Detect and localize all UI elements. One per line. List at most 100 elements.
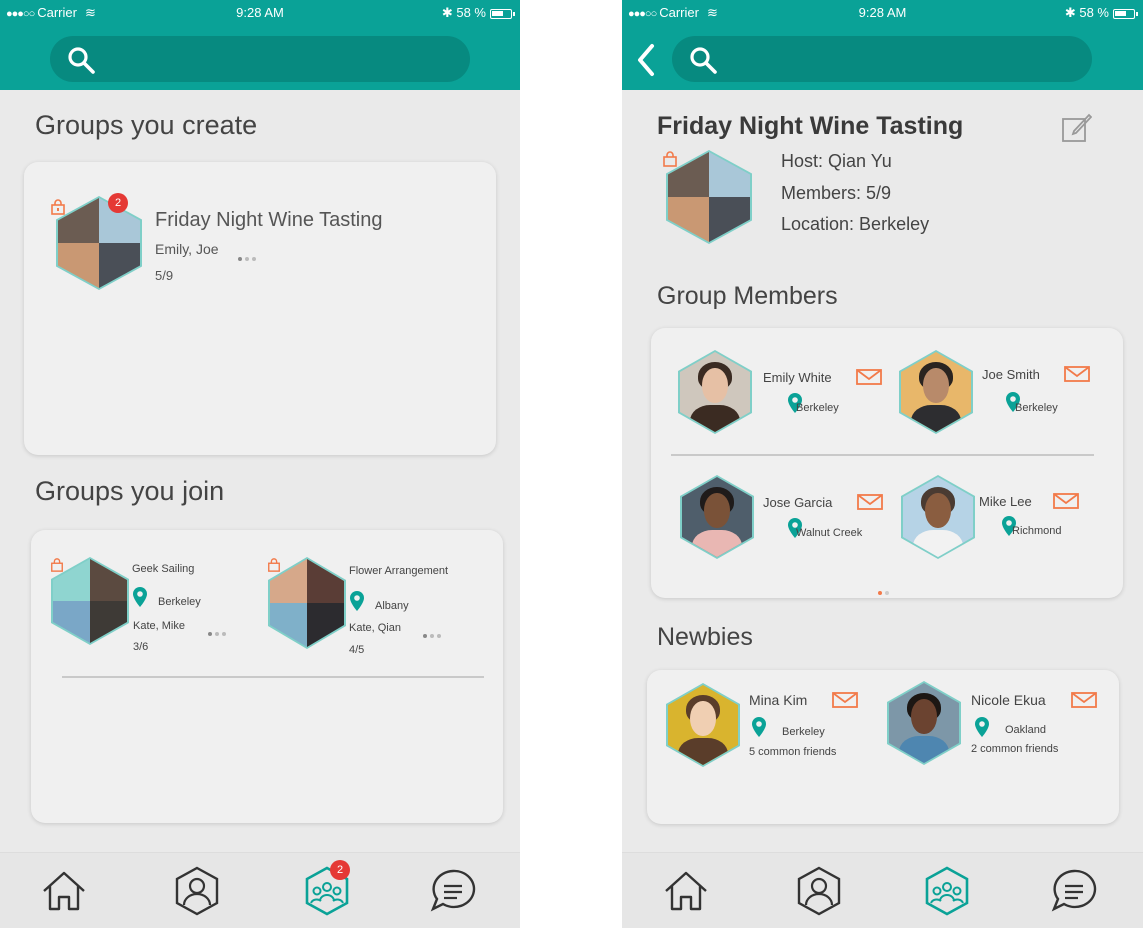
lock-icon: [663, 151, 677, 167]
group-detail-screen: ●●●○○ Carrier ≋ 9:28 AM ✱ 58 % Friday Nigh…: [622, 0, 1143, 928]
mail-icon[interactable]: [856, 369, 882, 385]
app-header: ●●●○○ Carrier ≋ 9:28 AM ✱ 58 %: [622, 0, 1143, 90]
newbie-common-friends: 2 common friends: [971, 743, 1059, 755]
battery-label: 58 %: [456, 5, 486, 20]
member-name: Emily White: [763, 370, 832, 385]
groups-created-heading: Groups you create: [35, 110, 258, 140]
status-bar: ●●●○○ Carrier ≋ 9:28 AM ✱ 58 %: [0, 0, 520, 26]
groups-joined-heading: Groups you join: [35, 476, 225, 506]
tab-bar: 2: [0, 852, 520, 928]
tab-profile[interactable]: [793, 865, 845, 917]
group-title: Friday Night Wine Tasting: [657, 112, 964, 140]
member-location: Richmond: [1012, 525, 1062, 537]
search-input[interactable]: [672, 36, 1092, 82]
tab-home[interactable]: [38, 865, 90, 917]
group-members: Kate, Qian: [349, 622, 401, 634]
group-location: Location: Berkeley: [781, 214, 930, 234]
newbie-name: Nicole Ekua: [971, 692, 1046, 708]
tab-notification-badge: 2: [330, 860, 350, 880]
notification-badge: 2: [108, 193, 128, 213]
page-indicator[interactable]: [878, 582, 892, 600]
group-members-card: Emily White Berkeley Joe Smith Berkeley …: [651, 328, 1123, 598]
battery-icon: [490, 8, 515, 19]
group-name: Geek Sailing: [132, 563, 195, 575]
more-dots: [208, 623, 229, 641]
created-groups-card: 2 Friday Night Wine Tasting Emily, Joe 5…: [24, 162, 496, 455]
newbie-common-friends: 5 common friends: [749, 746, 837, 758]
group-avatar: [666, 150, 752, 244]
member-name: Jose Garcia: [763, 495, 833, 510]
location-pin-icon: [350, 591, 364, 611]
battery-label: 58 %: [1079, 5, 1109, 20]
tab-groups[interactable]: [921, 865, 973, 917]
group-count: 3/6: [133, 641, 149, 653]
group-count: 4/5: [349, 644, 365, 656]
location-pin-icon: [975, 717, 989, 737]
newbie-location: Oakland: [1005, 724, 1046, 736]
tab-bar: [622, 852, 1143, 928]
bluetooth-icon: ✱: [1064, 5, 1076, 20]
divider: [671, 454, 1094, 456]
member-avatar: [678, 350, 752, 434]
joined-groups-card: Geek Sailing Berkeley Kate, Mike 3/6 Flo…: [31, 530, 503, 823]
back-icon[interactable]: [634, 42, 658, 78]
lock-icon: [51, 558, 63, 572]
group-avatar: [56, 196, 142, 290]
newbie-avatar: [887, 681, 961, 765]
home-icon: [43, 871, 85, 911]
more-dots: [238, 248, 259, 266]
tab-home[interactable]: [660, 865, 712, 917]
chat-icon: [1051, 869, 1097, 912]
group-members: Kate, Mike: [133, 620, 185, 632]
newbie-location: Berkeley: [782, 726, 825, 738]
app-header: ●●●○○ Carrier ≋ 9:28 AM ✱ 58 %: [0, 0, 520, 90]
group-name: Flower Arrangement: [349, 565, 449, 577]
newbies-heading: Newbies: [657, 623, 753, 651]
location-pin-icon: [752, 717, 766, 737]
mail-icon[interactable]: [1053, 493, 1079, 509]
more-dots: [423, 625, 444, 643]
edit-icon[interactable]: [1060, 112, 1092, 144]
mail-icon[interactable]: [1071, 692, 1097, 708]
group-members-heading: Group Members: [657, 282, 838, 310]
lock-icon: [51, 199, 65, 215]
location-pin-icon: [133, 587, 147, 607]
profile-icon: [797, 866, 841, 916]
member-avatar: [901, 475, 975, 559]
member-location: Berkeley: [1015, 402, 1058, 414]
group-member-count: Members: 5/9: [781, 183, 892, 203]
search-input[interactable]: [50, 36, 470, 82]
newbies-card: Mina Kim Berkeley 5 common friends Nicol…: [647, 670, 1119, 824]
group-location: Berkeley: [158, 596, 201, 608]
bluetooth-icon: ✱: [441, 5, 453, 20]
group-host: Host: Qian Yu: [781, 151, 892, 171]
group-count: 5/9: [155, 268, 174, 283]
member-avatar: [899, 350, 973, 434]
search-icon[interactable]: [66, 45, 96, 75]
profile-icon: [175, 866, 219, 916]
tab-chat[interactable]: [1048, 865, 1100, 917]
member-name: Joe Smith: [982, 367, 1040, 382]
member-location: Walnut Creek: [796, 527, 863, 539]
mail-icon[interactable]: [1064, 366, 1090, 382]
group-location: Albany: [375, 600, 409, 612]
member-location: Berkeley: [796, 402, 839, 414]
member-name: Mike Lee: [979, 494, 1032, 509]
tab-profile[interactable]: [171, 865, 223, 917]
mail-icon[interactable]: [832, 692, 858, 708]
group-members: Emily, Joe: [155, 241, 219, 257]
tab-chat[interactable]: [427, 865, 479, 917]
mail-icon[interactable]: [857, 494, 883, 510]
newbie-avatar: [666, 683, 740, 767]
newbie-name: Mina Kim: [749, 692, 808, 708]
groups-icon: [925, 866, 969, 916]
divider: [62, 676, 484, 678]
status-bar: ●●●○○ Carrier ≋ 9:28 AM ✱ 58 %: [622, 0, 1143, 26]
lock-icon: [268, 558, 280, 572]
groups-list-screen: ●●●○○ Carrier ≋ 9:28 AM ✱ 58 % Groups you …: [0, 0, 520, 928]
member-avatar: [680, 475, 754, 559]
search-icon[interactable]: [688, 45, 718, 75]
group-name: Friday Night Wine Tasting: [155, 209, 383, 231]
home-icon: [665, 871, 707, 911]
chat-icon: [430, 869, 476, 912]
